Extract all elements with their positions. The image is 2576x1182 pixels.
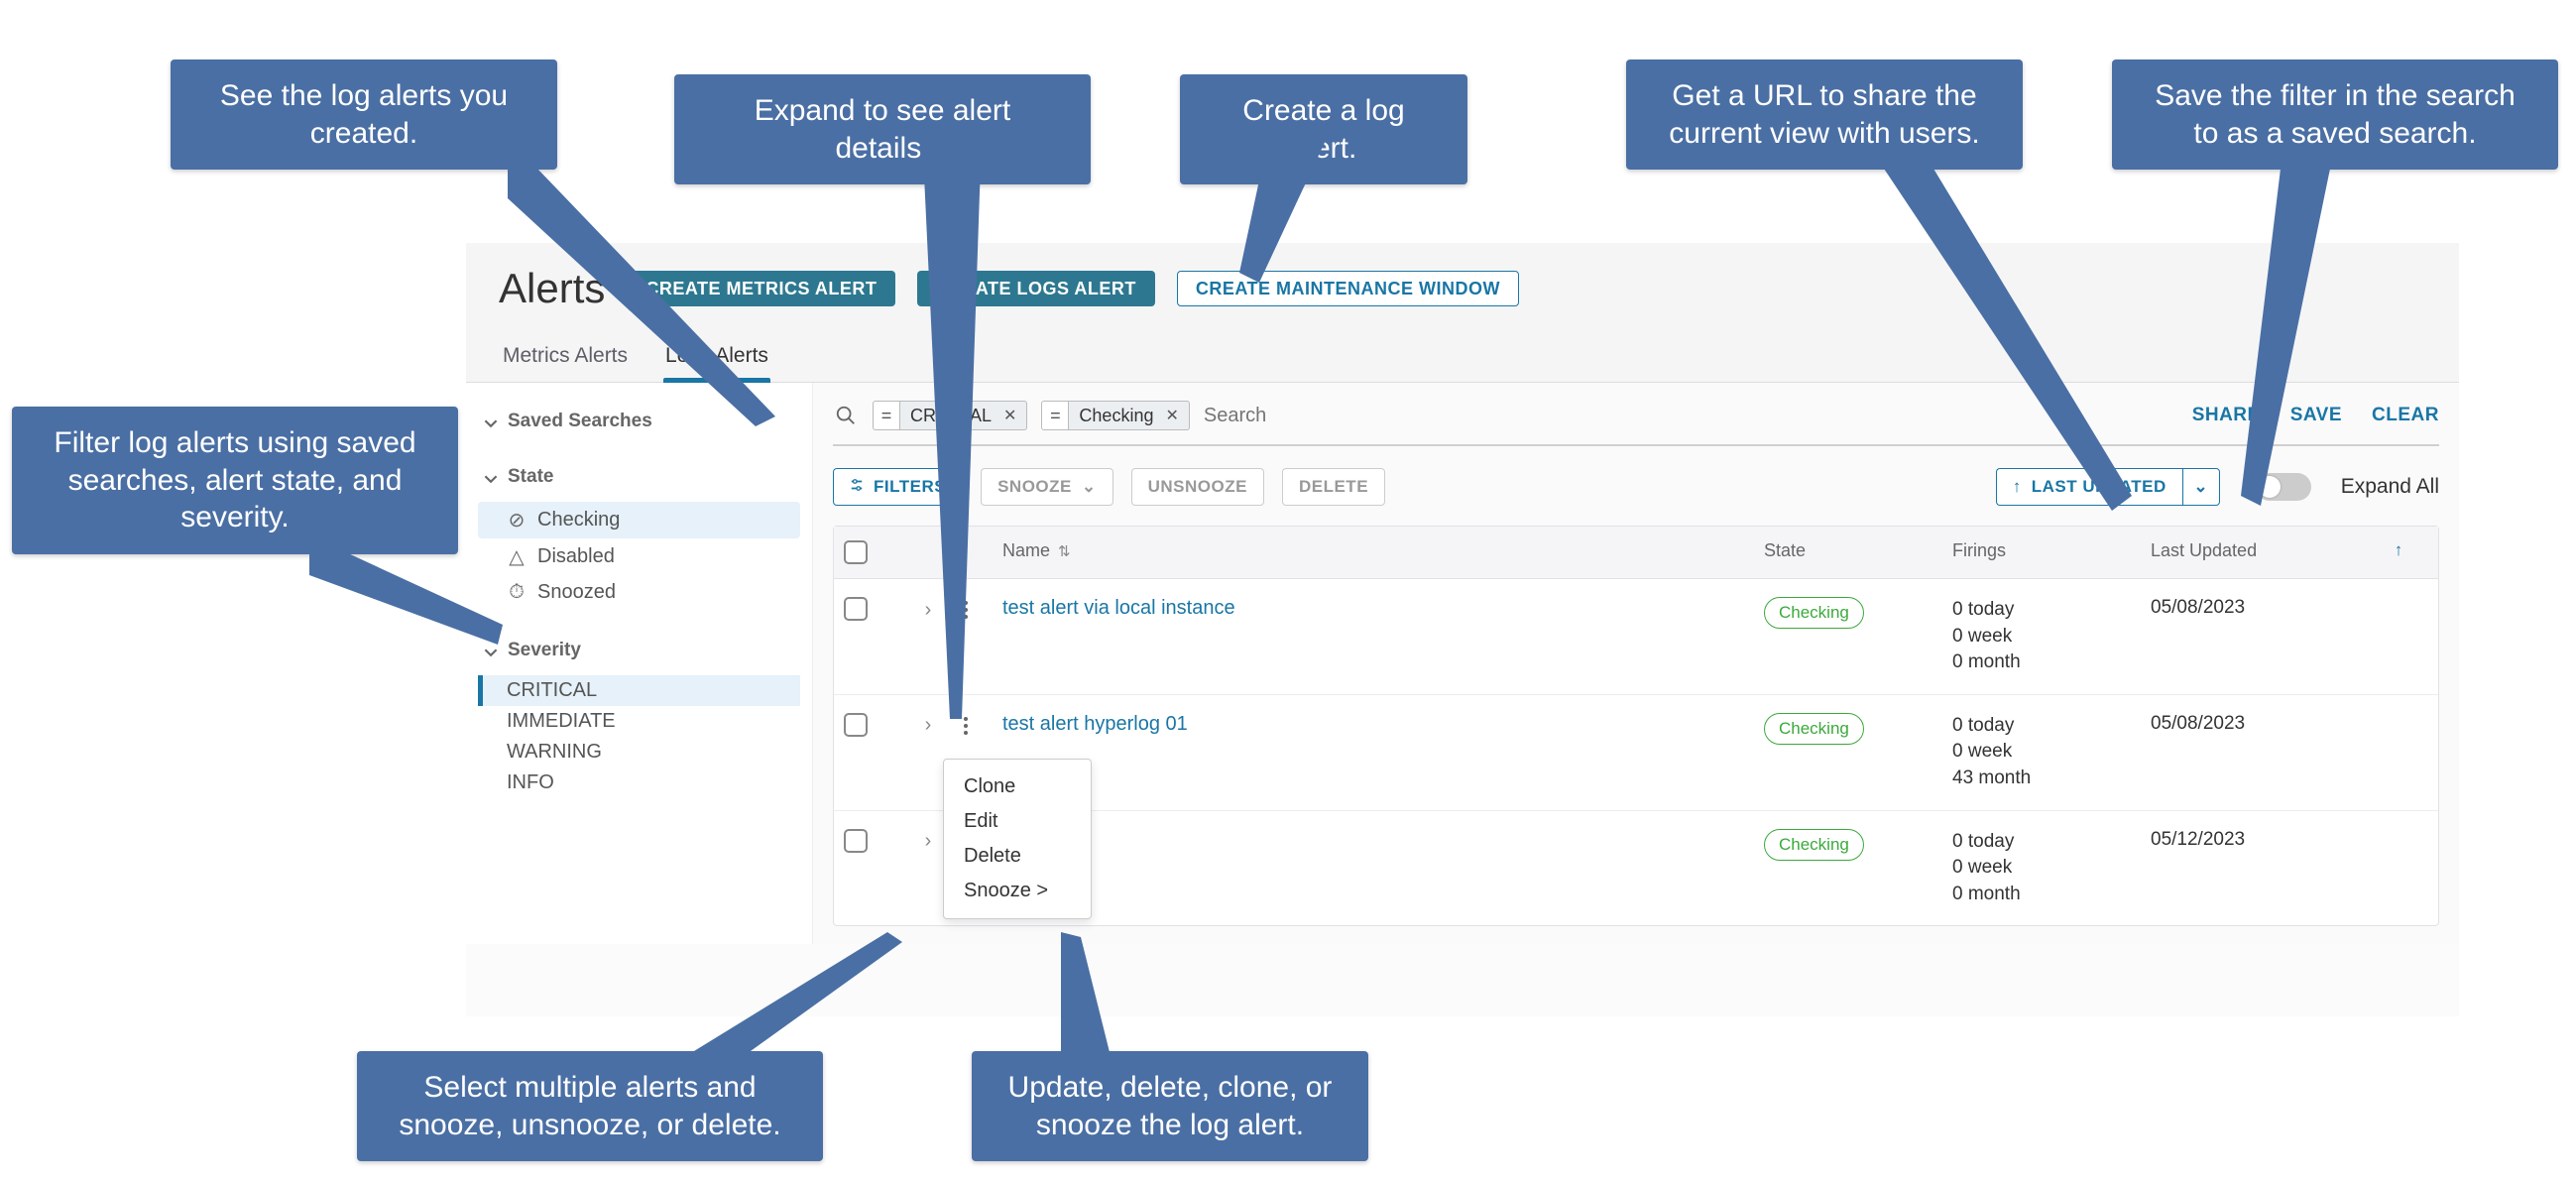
checking-icon: ⊘ <box>506 508 527 532</box>
annotation-expand: Expand to see alert details. <box>674 74 1091 184</box>
alert-name-link[interactable]: test alert hyperlog 01 <box>1002 713 1764 736</box>
row-checkbox[interactable] <box>844 597 868 621</box>
severity-item-immediate[interactable]: IMMEDIATE <box>478 706 800 737</box>
severity-item-critical[interactable]: CRITICAL <box>478 675 800 706</box>
sort-icon[interactable]: ⇅ <box>1058 542 1071 560</box>
last-updated-cell: 05/08/2023 <box>2151 597 2369 619</box>
severity-header[interactable]: Severity <box>478 636 800 665</box>
unsnooze-button[interactable]: Unsnooze <box>1131 468 1264 506</box>
state-item-label: Checking <box>537 509 620 532</box>
chevron-down-icon: ⌄ <box>1082 477 1097 497</box>
filter-sidebar: Saved Searches State ⊘ Checking △ Disabl… <box>466 383 813 944</box>
chip-equals: = <box>873 401 900 430</box>
chevron-down-icon <box>484 470 498 484</box>
state-header[interactable]: State <box>478 462 800 492</box>
ctx-delete[interactable]: Delete <box>944 839 1091 874</box>
severity-item-info[interactable]: INFO <box>478 768 800 798</box>
annotation-share: Get a URL to share the current view with… <box>1626 59 2023 170</box>
annotation-filter: Filter log alerts using saved searches, … <box>12 407 458 554</box>
severity-label: Severity <box>508 640 581 661</box>
callout-pointer-icon <box>2241 169 2360 516</box>
search-icon[interactable] <box>833 403 859 428</box>
ctx-edit[interactable]: Edit <box>944 804 1091 839</box>
row-checkbox[interactable] <box>844 829 868 853</box>
col-state[interactable]: State <box>1764 540 1952 561</box>
table-row: › test alert hyperlog 01 Checking 0 toda… <box>834 695 2438 811</box>
row-checkbox[interactable] <box>844 713 868 737</box>
state-item-checking[interactable]: ⊘ Checking <box>478 502 800 538</box>
callout-pointer-icon <box>694 932 922 1061</box>
alerts-table: Name ⇅ State Firings Last Updated ↑ › te… <box>833 526 2439 926</box>
main-panel: = CRITICAL ✕ = Checking ✕ Share S <box>813 383 2459 944</box>
annotation-save: Save the filter in the search to as a sa… <box>2112 59 2558 170</box>
state-label: State <box>508 466 553 488</box>
chevron-down-icon <box>484 414 498 428</box>
filter-chip-checking[interactable]: = Checking ✕ <box>1041 401 1189 430</box>
sort-arrow-up-icon[interactable]: ↑ <box>2369 540 2428 560</box>
sort-caret-button[interactable]: ⌄ <box>2182 468 2220 506</box>
annotation-created: See the log alerts you created. <box>171 59 557 170</box>
state-item-label: Disabled <box>537 545 615 568</box>
chip-equals: = <box>1041 401 1069 430</box>
state-item-snoozed[interactable]: ⏱ Snoozed <box>478 575 800 610</box>
callout-pointer-icon <box>1239 134 1358 293</box>
annotation-select: Select multiple alerts and snooze, unsno… <box>357 1051 823 1161</box>
chevron-down-icon: ⌄ <box>2193 477 2208 497</box>
firings-cell: 0 today 0 week 43 month <box>1952 713 2151 792</box>
clear-button[interactable]: Clear <box>2372 405 2439 426</box>
disabled-icon: △ <box>506 544 527 569</box>
state-badge: Checking <box>1764 713 1864 745</box>
callout-pointer-icon <box>922 134 1011 729</box>
sidebar-section-state: State ⊘ Checking △ Disabled ⏱ Snoozed <box>478 462 800 610</box>
sidebar-section-severity: Severity CRITICAL IMMEDIATE WARNING INFO <box>478 636 800 798</box>
delete-button[interactable]: Delete <box>1282 468 1385 506</box>
snoozed-icon: ⏱ <box>506 581 527 604</box>
state-item-disabled[interactable]: △ Disabled <box>478 538 800 575</box>
state-item-label: Snoozed <box>537 581 616 604</box>
last-updated-cell: 05/12/2023 <box>2151 829 2369 851</box>
ctx-snooze[interactable]: Snooze > <box>944 874 1091 908</box>
callout-pointer-icon <box>508 169 805 426</box>
ctx-clone[interactable]: Clone <box>944 769 1091 804</box>
annotation-update: Update, delete, clone, or snooze the log… <box>972 1051 1368 1161</box>
col-firings[interactable]: Firings <box>1952 540 2151 561</box>
callout-pointer-icon <box>1031 932 1150 1061</box>
app-body: Saved Searches State ⊘ Checking △ Disabl… <box>466 383 2459 944</box>
col-last-updated[interactable]: Last Updated <box>2151 540 2369 561</box>
select-all-checkbox[interactable] <box>844 540 868 564</box>
callout-pointer-icon <box>309 535 508 654</box>
row-context-menu: Clone Edit Delete Snooze > <box>943 759 1092 919</box>
firings-cell: 0 today 0 week 0 month <box>1952 597 2151 676</box>
severity-item-warning[interactable]: WARNING <box>478 737 800 768</box>
alert-name-link[interactable]: test alert via local instance <box>1002 597 1764 620</box>
search-bar: = CRITICAL ✕ = Checking ✕ Share S <box>833 401 2439 446</box>
last-updated-cell: 05/08/2023 <box>2151 713 2369 735</box>
state-badge: Checking <box>1764 597 1864 629</box>
filters-icon <box>850 477 864 497</box>
annotation-create: Create a log alert. <box>1180 74 1467 184</box>
firings-cell: 0 today 0 week 0 month <box>1952 829 2151 908</box>
toolbar: Filters Snooze ⌄ Unsnooze Delete ↑ Last … <box>833 468 2439 506</box>
table-header: Name ⇅ State Firings Last Updated ↑ <box>834 527 2438 579</box>
state-badge: Checking <box>1764 829 1864 861</box>
table-row: › test alert via local instance Checking… <box>834 579 2438 695</box>
chip-value: Checking <box>1079 406 1153 426</box>
chip-remove-icon[interactable]: ✕ <box>1165 406 1178 425</box>
callout-pointer-icon <box>1884 169 2142 516</box>
